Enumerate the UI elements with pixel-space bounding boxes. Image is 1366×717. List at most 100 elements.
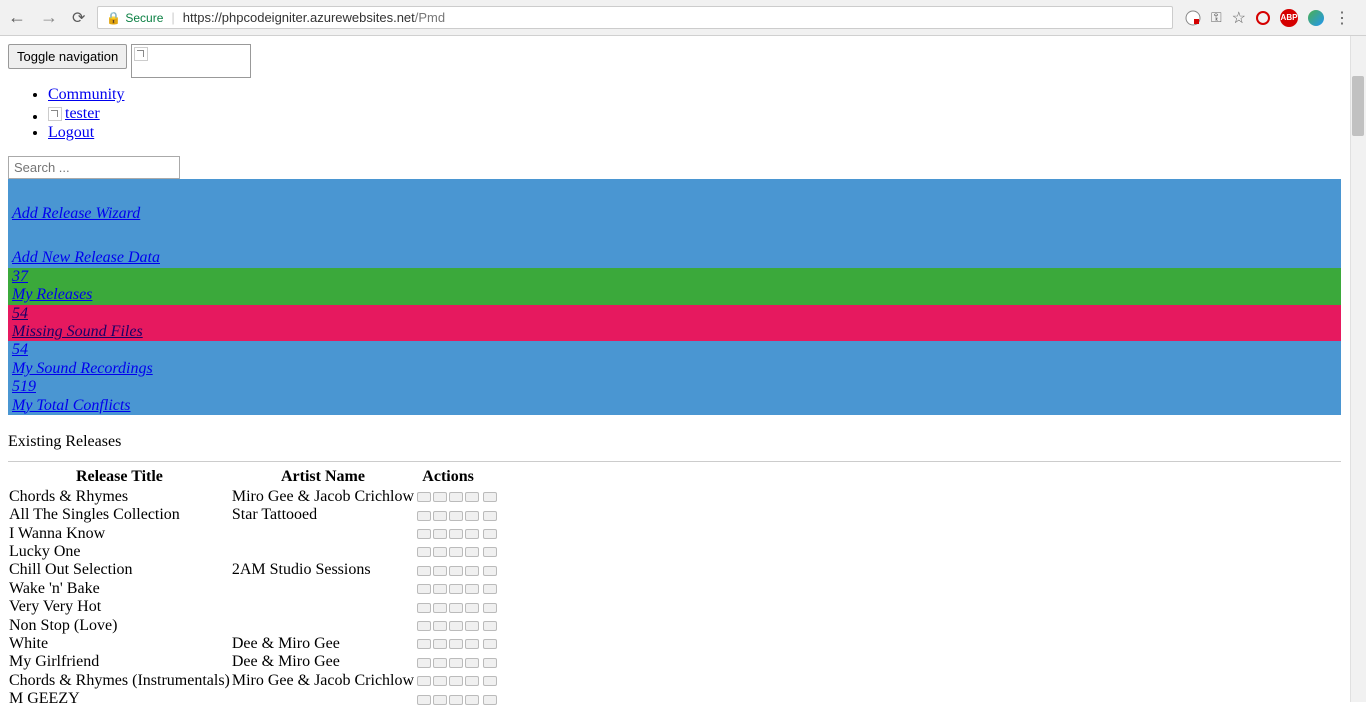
action-button-extra[interactable] xyxy=(483,621,497,631)
cell-release-title: My Girlfriend xyxy=(8,653,231,671)
action-button-2[interactable] xyxy=(449,695,463,705)
action-button-1[interactable] xyxy=(433,566,447,576)
action-button-0[interactable] xyxy=(417,658,431,668)
action-button-extra[interactable] xyxy=(483,584,497,594)
action-button-3[interactable] xyxy=(465,621,479,631)
action-button-2[interactable] xyxy=(449,547,463,557)
action-button-1[interactable] xyxy=(433,584,447,594)
stat-count-link[interactable]: 37 xyxy=(12,268,1337,286)
action-button-1[interactable] xyxy=(433,547,447,557)
action-button-0[interactable] xyxy=(417,584,431,594)
cell-actions xyxy=(415,617,481,635)
opera-icon[interactable] xyxy=(1256,11,1270,25)
action-button-2[interactable] xyxy=(449,529,463,539)
search-input[interactable] xyxy=(8,156,180,179)
action-button-3[interactable] xyxy=(465,584,479,594)
menu-dots-icon[interactable]: ⋮ xyxy=(1334,8,1350,28)
action-button-2[interactable] xyxy=(449,639,463,649)
forward-button[interactable]: → xyxy=(40,7,58,28)
abp-icon[interactable]: ABP xyxy=(1280,9,1298,27)
action-button-1[interactable] xyxy=(433,658,447,668)
action-button-2[interactable] xyxy=(449,566,463,576)
action-button-3[interactable] xyxy=(465,547,479,557)
cell-actions-extra xyxy=(481,543,499,561)
action-button-1[interactable] xyxy=(433,529,447,539)
action-button-2[interactable] xyxy=(449,658,463,668)
action-button-0[interactable] xyxy=(417,511,431,521)
action-button-3[interactable] xyxy=(465,492,479,502)
stat-block-5: 519My Total Conflicts xyxy=(8,378,1341,415)
stat-label-link[interactable]: Missing Sound Files xyxy=(12,323,1337,341)
stat-label-link[interactable]: Add New Release Data xyxy=(12,249,1337,267)
action-button-1[interactable] xyxy=(433,492,447,502)
action-button-extra[interactable] xyxy=(483,676,497,686)
action-button-2[interactable] xyxy=(449,621,463,631)
action-button-3[interactable] xyxy=(465,529,479,539)
stat-count-link[interactable]: 54 xyxy=(12,305,1337,323)
action-button-0[interactable] xyxy=(417,621,431,631)
stat-label-link[interactable]: My Sound Recordings xyxy=(12,360,1337,378)
stat-label-link[interactable]: Add Release Wizard xyxy=(12,205,1337,223)
action-button-3[interactable] xyxy=(465,603,479,613)
action-button-1[interactable] xyxy=(433,676,447,686)
cell-release-title: M GEEZY xyxy=(8,690,231,708)
action-button-extra[interactable] xyxy=(483,603,497,613)
action-button-extra[interactable] xyxy=(483,639,497,649)
action-button-1[interactable] xyxy=(433,603,447,613)
extension-icon-1[interactable] xyxy=(1185,10,1201,26)
action-button-1[interactable] xyxy=(433,695,447,705)
action-button-0[interactable] xyxy=(417,676,431,686)
scrollbar-track[interactable] xyxy=(1350,36,1366,702)
stat-label-link[interactable]: My Total Conflicts xyxy=(12,397,1337,415)
action-button-3[interactable] xyxy=(465,511,479,521)
cell-artist-name: Dee & Miro Gee xyxy=(231,653,415,671)
action-button-0[interactable] xyxy=(417,547,431,557)
cell-actions-extra xyxy=(481,580,499,598)
cell-actions xyxy=(415,635,481,653)
action-button-2[interactable] xyxy=(449,584,463,594)
action-button-1[interactable] xyxy=(433,621,447,631)
cell-release-title: White xyxy=(8,635,231,653)
action-button-extra[interactable] xyxy=(483,658,497,668)
action-button-2[interactable] xyxy=(449,603,463,613)
cell-release-title: Chords & Rhymes (Instrumentals) xyxy=(8,672,231,690)
action-button-3[interactable] xyxy=(465,658,479,668)
stat-label-link[interactable]: My Releases xyxy=(12,286,1337,304)
action-button-1[interactable] xyxy=(433,511,447,521)
action-button-extra[interactable] xyxy=(483,695,497,705)
broken-image-icon xyxy=(48,107,62,121)
bookmark-star-icon[interactable]: ☆ xyxy=(1232,8,1246,28)
community-link[interactable]: Community xyxy=(48,86,124,103)
action-button-3[interactable] xyxy=(465,566,479,576)
action-button-extra[interactable] xyxy=(483,566,497,576)
action-button-extra[interactable] xyxy=(483,511,497,521)
reload-button[interactable]: ⟳ xyxy=(72,8,85,28)
action-button-0[interactable] xyxy=(417,566,431,576)
action-button-2[interactable] xyxy=(449,676,463,686)
address-bar[interactable]: 🔒 Secure | https://phpcodeigniter.azurew… xyxy=(97,6,1173,29)
tester-link[interactable]: tester xyxy=(65,105,100,123)
action-button-extra[interactable] xyxy=(483,492,497,502)
action-button-0[interactable] xyxy=(417,639,431,649)
action-button-extra[interactable] xyxy=(483,547,497,557)
action-button-3[interactable] xyxy=(465,695,479,705)
key-icon[interactable]: ⚿ xyxy=(1211,9,1222,26)
action-button-0[interactable] xyxy=(417,603,431,613)
logout-link[interactable]: Logout xyxy=(48,124,94,141)
back-button[interactable]: ← xyxy=(8,7,26,28)
page-content: Toggle navigation Community tester Logou… xyxy=(0,36,1349,717)
stat-count-link[interactable]: 54 xyxy=(12,341,1337,359)
stat-count-link[interactable]: 519 xyxy=(12,378,1337,396)
toggle-navigation-button[interactable]: Toggle navigation xyxy=(8,44,127,69)
globe-icon[interactable] xyxy=(1308,10,1324,26)
action-button-0[interactable] xyxy=(417,695,431,705)
action-button-3[interactable] xyxy=(465,676,479,686)
action-button-extra[interactable] xyxy=(483,529,497,539)
action-button-1[interactable] xyxy=(433,639,447,649)
action-button-0[interactable] xyxy=(417,492,431,502)
action-button-2[interactable] xyxy=(449,492,463,502)
action-button-2[interactable] xyxy=(449,511,463,521)
action-button-3[interactable] xyxy=(465,639,479,649)
action-button-0[interactable] xyxy=(417,529,431,539)
scrollbar-thumb[interactable] xyxy=(1352,76,1364,136)
